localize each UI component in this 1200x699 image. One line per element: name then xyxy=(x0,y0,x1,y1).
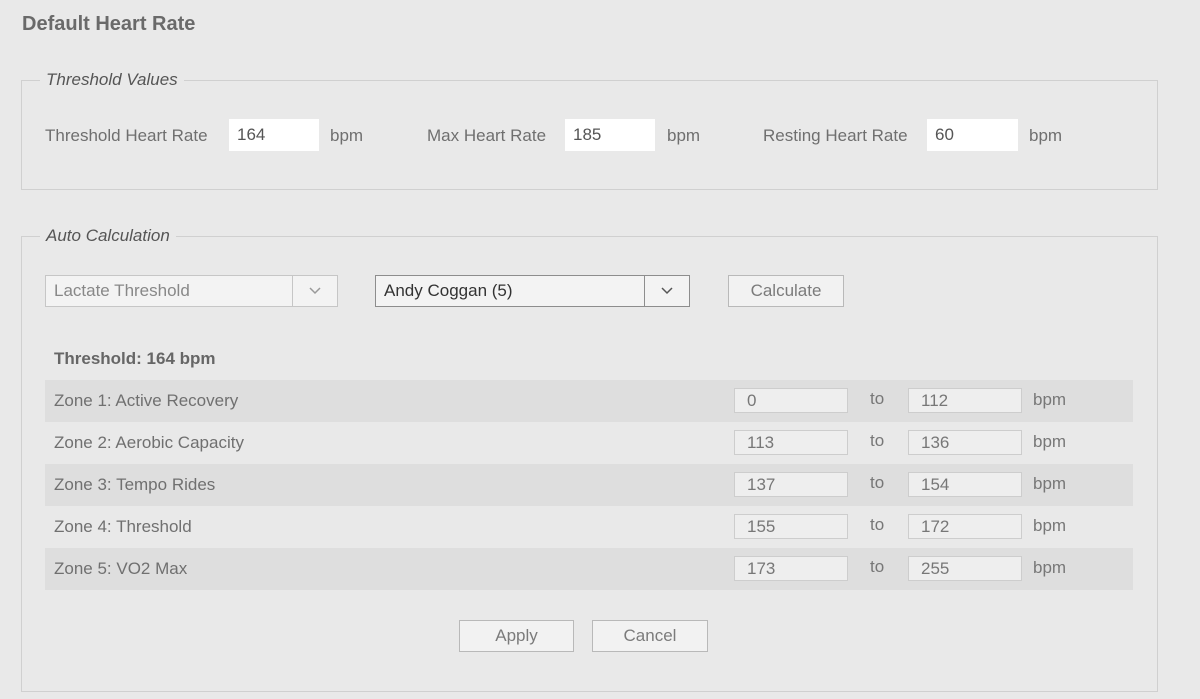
zone-to-field[interactable] xyxy=(908,430,1022,455)
zone-unit: bpm xyxy=(1033,432,1067,451)
zone-name: Zone 1: Active Recovery xyxy=(54,391,239,410)
resting-hr-label: Resting Heart Rate xyxy=(763,126,908,145)
apply-button[interactable]: Apply xyxy=(459,620,574,652)
threshold-hr-label: Threshold Heart Rate xyxy=(45,126,208,145)
zone-to-field[interactable] xyxy=(908,556,1022,581)
resting-hr-unit: bpm xyxy=(1029,126,1063,145)
zone-to-label: to xyxy=(870,431,885,450)
model-select-value: Andy Coggan (5) xyxy=(384,281,513,300)
zone-row: Zone 3: Tempo Rides to bpm xyxy=(45,464,1133,506)
zone-to-label: to xyxy=(870,557,885,576)
zone-name: Zone 4: Threshold xyxy=(54,517,192,536)
max-hr-field[interactable] xyxy=(565,119,655,151)
zone-from-field[interactable] xyxy=(734,556,848,581)
zone-row: Zone 5: VO2 Max to bpm xyxy=(45,548,1133,590)
zone-to-label: to xyxy=(870,515,885,534)
threshold-heading: Threshold: 164 bpm xyxy=(54,349,216,368)
zone-unit: bpm xyxy=(1033,516,1067,535)
zone-row: Zone 2: Aerobic Capacity to bpm xyxy=(45,422,1133,464)
threshold-hr-unit: bpm xyxy=(330,126,364,145)
zone-name: Zone 2: Aerobic Capacity xyxy=(54,433,244,452)
zone-name: Zone 5: VO2 Max xyxy=(54,559,188,578)
zone-from-field[interactable] xyxy=(734,430,848,455)
zone-unit: bpm xyxy=(1033,474,1067,493)
calculate-button[interactable]: Calculate xyxy=(728,275,844,307)
zone-to-field[interactable] xyxy=(908,514,1022,539)
zone-row: Zone 4: Threshold to bpm xyxy=(45,506,1133,548)
method-select-value: Lactate Threshold xyxy=(54,281,190,300)
zone-from-field[interactable] xyxy=(734,472,848,497)
zone-unit: bpm xyxy=(1033,558,1067,577)
threshold-hr-field[interactable] xyxy=(229,119,319,151)
zone-row: Zone 1: Active Recovery to bpm xyxy=(45,380,1133,422)
chevron-down-icon[interactable] xyxy=(644,276,689,306)
chevron-down-icon[interactable] xyxy=(292,276,337,306)
resting-hr-field[interactable] xyxy=(927,119,1018,151)
method-select[interactable]: Lactate Threshold xyxy=(45,275,338,307)
zone-to-label: to xyxy=(870,389,885,408)
cancel-button[interactable]: Cancel xyxy=(592,620,708,652)
page-title: Default Heart Rate xyxy=(22,13,196,35)
zone-to-label: to xyxy=(870,473,885,492)
zone-name: Zone 3: Tempo Rides xyxy=(54,475,216,494)
auto-calculation-legend: Auto Calculation xyxy=(40,226,176,246)
zone-to-field[interactable] xyxy=(908,472,1022,497)
zone-from-field[interactable] xyxy=(734,514,848,539)
zone-to-field[interactable] xyxy=(908,388,1022,413)
max-hr-label: Max Heart Rate xyxy=(427,126,547,145)
zone-unit: bpm xyxy=(1033,390,1067,409)
model-select[interactable]: Andy Coggan (5) xyxy=(375,275,690,307)
zone-from-field[interactable] xyxy=(734,388,848,413)
max-hr-unit: bpm xyxy=(667,126,701,145)
threshold-values-legend: Threshold Values xyxy=(40,70,184,90)
